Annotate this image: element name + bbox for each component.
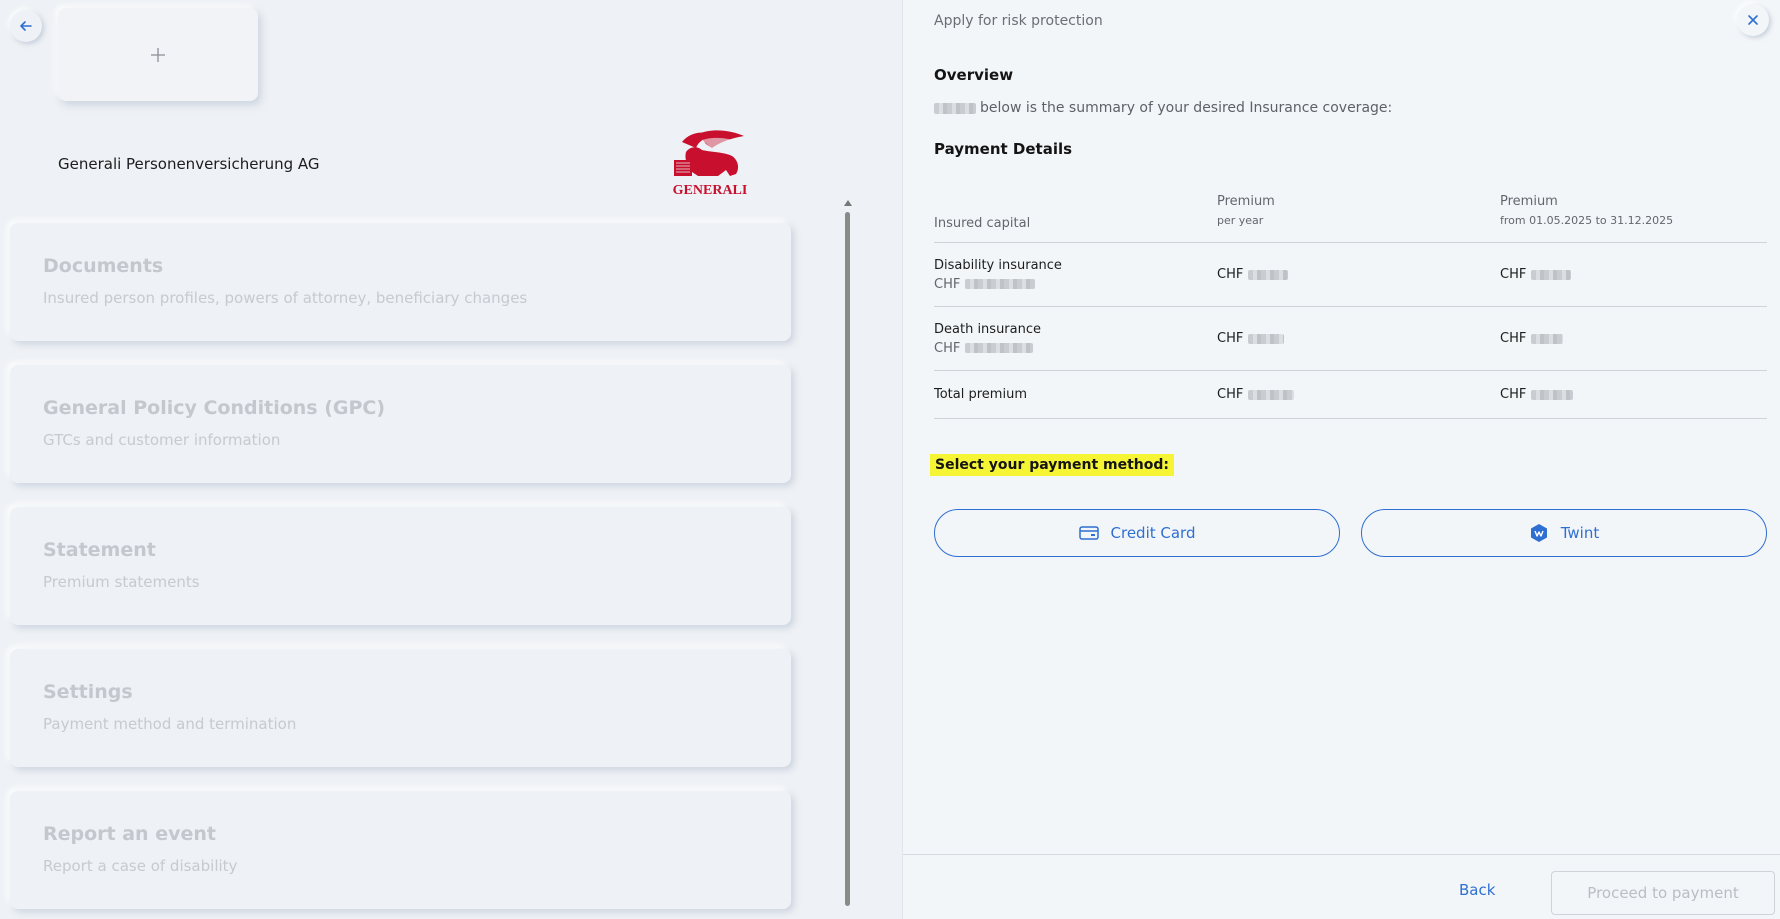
redacted-value xyxy=(1248,269,1289,280)
company-name: Generali Personenversicherung AG xyxy=(58,155,320,173)
redacted-name xyxy=(934,102,976,114)
row-premium-year: CHF xyxy=(1217,267,1500,282)
section-list: Documents Insured person profiles, power… xyxy=(10,223,791,919)
overview-heading: Overview xyxy=(934,66,1014,84)
row-capital: CHF xyxy=(934,277,1217,292)
section-title: Documents xyxy=(43,255,164,277)
arrow-left-icon xyxy=(20,21,32,31)
section-subtitle: Payment method and termination xyxy=(43,715,297,733)
twint-button[interactable]: Twint xyxy=(1361,509,1767,557)
col-premium-period-sub: from 01.05.2025 to 31.12.2025 xyxy=(1500,214,1674,227)
summary-text: below is the summary of your desired Ins… xyxy=(934,100,1392,116)
credit-card-button[interactable]: Credit Card xyxy=(934,509,1340,557)
row-label: Disability insurance xyxy=(934,257,1062,273)
section-subtitle: Premium statements xyxy=(43,573,200,591)
summary-text-content: below is the summary of your desired Ins… xyxy=(980,100,1393,116)
dialog-footer: Back Proceed to payment xyxy=(903,854,1780,919)
section-settings[interactable]: Settings Payment method and termination xyxy=(10,649,791,767)
section-subtitle: Insured person profiles, powers of attor… xyxy=(43,289,528,307)
row-premium-period: CHF xyxy=(1500,267,1767,282)
row-premium-period: CHF xyxy=(1500,331,1767,346)
payment-table: Insured capital Premium per year Premium… xyxy=(934,192,1767,419)
back-button[interactable]: Back xyxy=(1459,881,1495,899)
table-row-total: Total premium CHF CHF xyxy=(934,371,1767,419)
row-premium-year: CHF xyxy=(1217,387,1500,402)
add-card-button[interactable] xyxy=(58,8,258,101)
left-pane: Generali Personenversicherung AG GENERAL… xyxy=(0,0,880,919)
scrollbar[interactable] xyxy=(844,200,852,910)
section-report-event[interactable]: Report an event Report a case of disabil… xyxy=(10,791,791,909)
back-arrow-button[interactable] xyxy=(10,10,42,42)
redacted-value xyxy=(1248,333,1285,344)
proceed-to-payment-button[interactable]: Proceed to payment xyxy=(1551,871,1775,915)
row-premium-year: CHF xyxy=(1217,331,1500,346)
close-button[interactable] xyxy=(1737,4,1769,36)
redacted-value xyxy=(1531,389,1574,400)
redacted-value xyxy=(1531,269,1572,280)
scrollbar-thumb[interactable] xyxy=(845,212,850,906)
twint-label: Twint xyxy=(1560,524,1600,542)
section-subtitle: GTCs and customer information xyxy=(43,431,281,449)
payment-details-heading: Payment Details xyxy=(934,140,1073,158)
section-subtitle: Report a case of disability xyxy=(43,857,238,875)
close-icon xyxy=(1748,15,1758,25)
redacted-value xyxy=(965,343,1034,353)
section-title: Report an event xyxy=(43,823,216,845)
risk-protection-dialog: Apply for risk protection Overview below… xyxy=(902,0,1780,919)
row-label: Total premium xyxy=(934,387,1027,402)
plus-icon xyxy=(151,47,165,62)
section-documents[interactable]: Documents Insured person profiles, power… xyxy=(10,223,791,341)
table-header: Insured capital Premium per year Premium… xyxy=(934,192,1767,243)
redacted-value xyxy=(965,279,1036,289)
scroll-up-icon[interactable] xyxy=(844,200,852,206)
col-insured-capital: Insured capital xyxy=(934,215,1031,231)
credit-card-label: Credit Card xyxy=(1110,524,1196,542)
section-title: Statement xyxy=(43,539,156,561)
section-statement[interactable]: Statement Premium statements xyxy=(10,507,791,625)
logo-wordmark: GENERALI xyxy=(673,183,748,198)
generali-lion-logo: GENERALI xyxy=(673,130,748,198)
row-capital: CHF xyxy=(934,341,1217,356)
row-label: Death insurance xyxy=(934,321,1042,337)
redacted-value xyxy=(1531,333,1564,344)
table-row: Disability insurance CHF CHF CHF xyxy=(934,243,1767,307)
section-title: General Policy Conditions (GPC) xyxy=(43,397,386,419)
twint-icon xyxy=(1530,524,1547,542)
dialog-title: Apply for risk protection xyxy=(934,13,1103,29)
col-premium-period: Premium xyxy=(1500,194,1558,209)
select-payment-method-label: Select your payment method: xyxy=(930,454,1174,476)
col-premium-year: Premium xyxy=(1217,194,1275,209)
col-premium-year-sub: per year xyxy=(1217,214,1264,227)
section-gpc[interactable]: General Policy Conditions (GPC) GTCs and… xyxy=(10,365,791,483)
section-title: Settings xyxy=(43,681,133,703)
row-premium-period: CHF xyxy=(1500,387,1767,402)
credit-card-icon xyxy=(1078,526,1099,540)
table-row: Death insurance CHF CHF CHF xyxy=(934,307,1767,371)
redacted-value xyxy=(1248,389,1295,400)
